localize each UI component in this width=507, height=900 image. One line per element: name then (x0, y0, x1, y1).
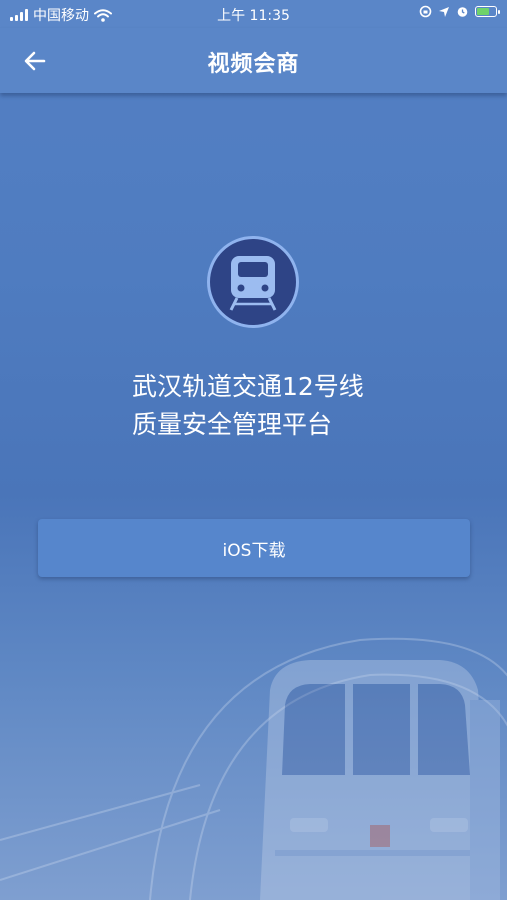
ios-download-button[interactable]: iOS下载 (38, 519, 470, 577)
battery-icon (475, 6, 500, 17)
rotation-lock-icon (419, 5, 432, 18)
status-bar: 中国移动 上午 11:35 (0, 0, 507, 28)
app-screen: 中国移动 上午 11:35 视频会商 武汉轨道交通12号线 质量安全管理平台 i… (0, 0, 507, 900)
page-title: 视频会商 (207, 52, 300, 77)
app-logo (207, 236, 299, 328)
alarm-icon (457, 7, 468, 17)
nav-bar: 视频会商 (0, 28, 507, 93)
platform-title-line1: 武汉轨道交通12号线 (132, 372, 364, 401)
platform-title-line2: 质量安全管理平台 (132, 410, 333, 439)
train-icon (229, 256, 277, 311)
subway-train-illustration (0, 637, 507, 900)
platform-title: 武汉轨道交通12号线 质量安全管理平台 (132, 368, 364, 444)
location-icon (439, 6, 449, 17)
